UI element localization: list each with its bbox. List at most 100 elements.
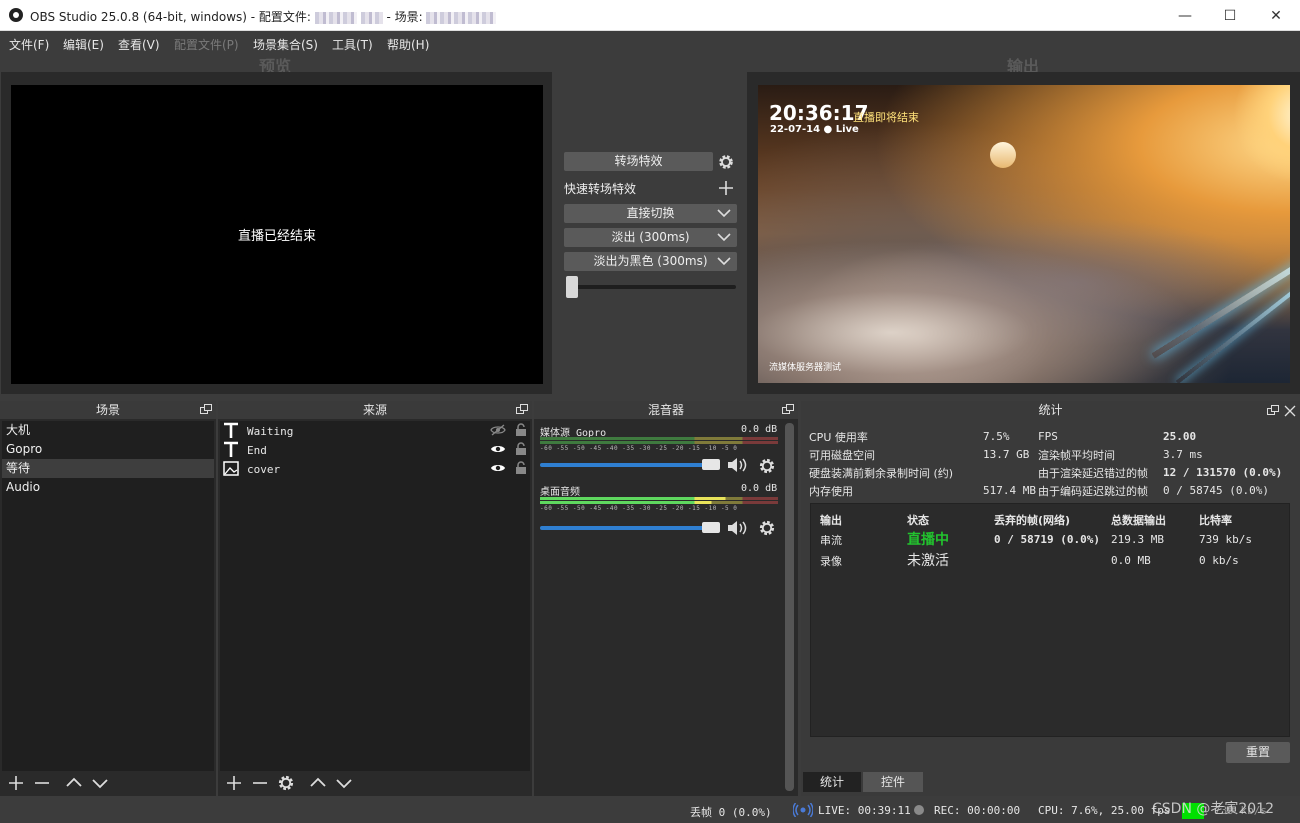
close-button[interactable]: ✕ [1253, 0, 1299, 31]
speaker-icon[interactable] [726, 519, 748, 537]
table-cell-output: 串流 [820, 534, 842, 547]
move-scene-down-icon[interactable] [91, 774, 109, 792]
scene-item[interactable]: Audio [2, 478, 214, 497]
stat-label: 内存使用 [809, 485, 853, 498]
speaker-icon[interactable] [726, 456, 748, 474]
reset-button[interactable]: 重置 [1226, 742, 1290, 763]
status-rec-time: REC: 00:00:00 [934, 804, 1021, 817]
transition-settings-gear-icon[interactable] [717, 153, 735, 171]
table-cell-output: 录像 [820, 555, 842, 568]
close-dock-icon[interactable] [1284, 405, 1296, 417]
move-source-down-icon[interactable] [335, 774, 353, 792]
sources-list: Waiting End cover [220, 421, 530, 771]
mixer-gear-icon[interactable] [758, 519, 776, 537]
eye-hidden-icon[interactable] [490, 424, 506, 436]
scene-item[interactable]: 大机 [2, 421, 214, 440]
volume-slider-handle[interactable] [702, 522, 720, 533]
status-live-time: LIVE: 00:39:11 [818, 804, 911, 817]
preview-canvas[interactable]: 直播已经结束 [11, 85, 543, 384]
menu-scene-collection[interactable]: 场景集合(S) [253, 36, 318, 53]
move-scene-up-icon[interactable] [65, 774, 83, 792]
sources-dock-title: 来源 [218, 401, 532, 419]
scene-item[interactable]: Gopro [2, 440, 214, 459]
lock-icon[interactable] [515, 461, 527, 475]
add-quick-transition-plus-icon[interactable] [718, 180, 734, 196]
table-header: 比特率 [1199, 514, 1232, 527]
status-dropped-frames: 丢帧 0 (0.0%) [690, 806, 772, 819]
scene-item-selected[interactable]: 等待 [2, 459, 214, 478]
stat-label: 硬盘装满前剩余录制时间 (约) [809, 467, 954, 480]
menu-profile[interactable]: 配置文件(P) [174, 36, 239, 53]
chevron-down-icon [717, 209, 731, 218]
float-dock-icon[interactable] [200, 404, 212, 415]
source-item[interactable]: End [220, 440, 530, 459]
source-item[interactable]: cover [220, 459, 530, 478]
stats-dock-title: 统计 [801, 401, 1300, 419]
quick-transition-fade-black-label: 淡出为黑色 (300ms) [593, 254, 708, 268]
mixer-dock-title: 混音器 [534, 401, 798, 419]
eye-icon[interactable] [490, 462, 506, 474]
add-scene-plus-icon[interactable] [7, 774, 25, 792]
maximize-button[interactable]: ☐ [1207, 0, 1253, 31]
move-source-up-icon[interactable] [309, 774, 327, 792]
mixer-meter [540, 497, 778, 500]
program-canvas[interactable]: 20:36:17 22-07-14 ● Live 直播即将结束 流媒体服务器测试 [758, 85, 1290, 383]
lock-icon[interactable] [515, 442, 527, 456]
redacted-profile [314, 11, 357, 24]
stat-label: 可用磁盘空间 [809, 449, 875, 462]
quick-transition-fade[interactable]: 淡出 (300ms) [564, 228, 737, 247]
table-cell-total: 219.3 MB [1111, 533, 1164, 546]
menu-edit[interactable]: 编辑(E) [63, 36, 104, 53]
menu-view[interactable]: 查看(V) [118, 36, 160, 53]
table-cell-total: 0.0 MB [1111, 554, 1151, 567]
mixer-gear-icon[interactable] [758, 457, 776, 475]
tbar-track[interactable] [566, 285, 736, 289]
add-source-plus-icon[interactable] [225, 774, 243, 792]
quick-transition-cut-label: 直接切换 [626, 206, 675, 220]
source-properties-gear-icon[interactable] [277, 774, 295, 792]
menu-help[interactable]: 帮助(H) [387, 36, 429, 53]
quick-transition-fade-label: 淡出 (300ms) [611, 230, 690, 244]
status-inactive: 未激活 [907, 553, 949, 569]
stat-value: 7.5% [983, 430, 1010, 443]
quick-transition-fade-black[interactable]: 淡出为黑色 (300ms) [564, 252, 737, 271]
stat-label: 由于编码延迟跳过的帧 [1038, 485, 1148, 498]
volume-slider-handle[interactable] [702, 459, 720, 470]
table-header: 输出 [820, 514, 842, 527]
window-title: OBS Studio 25.0.8 (64-bit, windows) - 配置… [30, 8, 497, 25]
volume-slider[interactable] [540, 526, 718, 530]
stat-value: 13.7 GB [983, 448, 1030, 461]
tab-stats[interactable]: 统计 [803, 772, 861, 792]
float-dock-icon[interactable] [516, 404, 528, 415]
remove-source-minus-icon[interactable] [251, 774, 269, 792]
menu-tools[interactable]: 工具(T) [332, 36, 373, 53]
obs-logo-icon [9, 8, 23, 22]
menu-file[interactable]: 文件(F) [9, 36, 49, 53]
source-item[interactable]: Waiting [220, 421, 530, 440]
stat-value: 517.4 MB [983, 484, 1036, 497]
scenes-dock: 场景 大机 Gopro 等待 Audio [0, 401, 216, 796]
overlay-date-live: 22-07-14 ● Live [770, 124, 859, 135]
lock-icon[interactable] [515, 423, 527, 437]
redacted-scene [426, 11, 497, 24]
remove-scene-minus-icon[interactable] [33, 774, 51, 792]
mixer-channel-db: 0.0 dB [741, 424, 778, 435]
overlay-notice: 直播即将结束 [853, 111, 919, 124]
mixer-ticks: -60 -55 -50 -45 -40 -35 -30 -25 -20 -15 … [540, 505, 738, 512]
table-cell-dropped: 0 / 58719 (0.0%) [994, 533, 1100, 546]
float-dock-icon[interactable] [1267, 405, 1279, 416]
float-dock-icon[interactable] [782, 404, 794, 415]
minimize-button[interactable]: — [1162, 0, 1208, 31]
table-header: 丢弃的帧(网络) [994, 514, 1071, 527]
mixer-scrollbar[interactable] [785, 423, 794, 791]
studio-transition-button[interactable]: 转场特效 [564, 152, 713, 171]
tbar-handle[interactable] [566, 276, 578, 298]
eye-icon[interactable] [490, 443, 506, 455]
tab-controls[interactable]: 控件 [863, 772, 923, 792]
volume-slider[interactable] [540, 463, 718, 467]
stat-label: CPU 使用率 [809, 431, 868, 444]
mixer-dock: 混音器 媒体源 Gopro 0.0 dB -60 -55 -50 -45 -40… [534, 401, 798, 796]
csdn-watermark: CSDN @老寅2012 [1152, 801, 1274, 817]
scenes-dock-title: 场景 [0, 401, 216, 419]
quick-transition-cut[interactable]: 直接切换 [564, 204, 737, 223]
